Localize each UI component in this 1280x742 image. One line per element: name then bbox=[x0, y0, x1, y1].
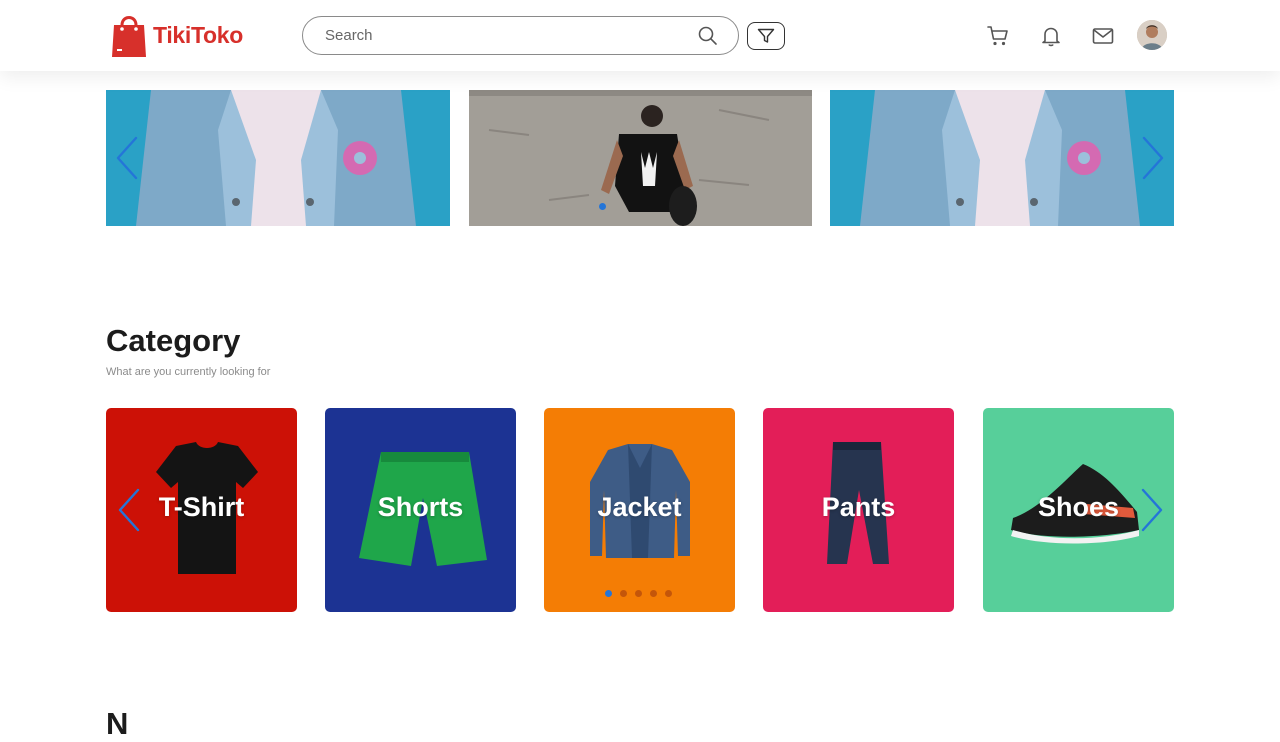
category-card-shoes[interactable]: Shoes bbox=[983, 408, 1174, 612]
category-card-jacket[interactable]: Jacket bbox=[544, 408, 735, 612]
shopping-bag-icon bbox=[112, 16, 146, 57]
category-label: Shoes bbox=[1037, 492, 1120, 522]
category-card-tshirt[interactable]: T-Shirt bbox=[106, 408, 297, 612]
user-avatar-icon bbox=[1137, 20, 1167, 50]
search-input[interactable] bbox=[325, 17, 685, 53]
banner-pagination-dot[interactable] bbox=[599, 203, 606, 210]
category-card-pants[interactable]: Pants bbox=[763, 408, 954, 612]
filter-button[interactable] bbox=[747, 22, 785, 50]
category-label: Jacket bbox=[597, 492, 682, 522]
filter-icon bbox=[757, 28, 775, 43]
avatar[interactable] bbox=[1137, 20, 1167, 50]
pagination-dot[interactable] bbox=[635, 590, 642, 597]
category-label: Pants bbox=[821, 492, 896, 522]
top-header: TikiToko bbox=[0, 0, 1280, 71]
category-label: Shorts bbox=[377, 492, 464, 522]
next-section-heading: N bbox=[106, 706, 129, 741]
search-icon[interactable] bbox=[698, 26, 718, 46]
category-label: T-Shirt bbox=[158, 492, 245, 522]
banner-prev-arrow-icon[interactable] bbox=[114, 136, 140, 180]
banner-slide-jacket[interactable] bbox=[106, 90, 450, 226]
denim-jacket-image bbox=[830, 90, 1174, 226]
pagination-dot[interactable] bbox=[605, 590, 612, 597]
denim-jacket-image bbox=[106, 90, 450, 226]
pagination-dot[interactable] bbox=[650, 590, 657, 597]
category-pagination bbox=[605, 590, 672, 597]
skeleton-tshirt-image bbox=[469, 90, 812, 226]
pagination-dot[interactable] bbox=[665, 590, 672, 597]
banner-slide-jacket-2[interactable] bbox=[830, 90, 1174, 226]
cart-icon[interactable] bbox=[986, 24, 1010, 48]
bell-icon[interactable] bbox=[1039, 24, 1063, 48]
brand-name: TikiToko bbox=[153, 21, 244, 48]
search-bar bbox=[302, 16, 739, 55]
category-card-shorts[interactable]: Shorts bbox=[325, 408, 516, 612]
category-heading: Category bbox=[106, 323, 241, 358]
pagination-dot[interactable] bbox=[620, 590, 627, 597]
category-subtitle: What are you currently looking for bbox=[106, 366, 271, 378]
mail-icon[interactable] bbox=[1091, 24, 1115, 48]
brand-logo[interactable]: TikiToko bbox=[111, 11, 243, 59]
banner-slide-tshirt[interactable] bbox=[469, 90, 812, 226]
banner-next-arrow-icon[interactable] bbox=[1140, 136, 1166, 180]
